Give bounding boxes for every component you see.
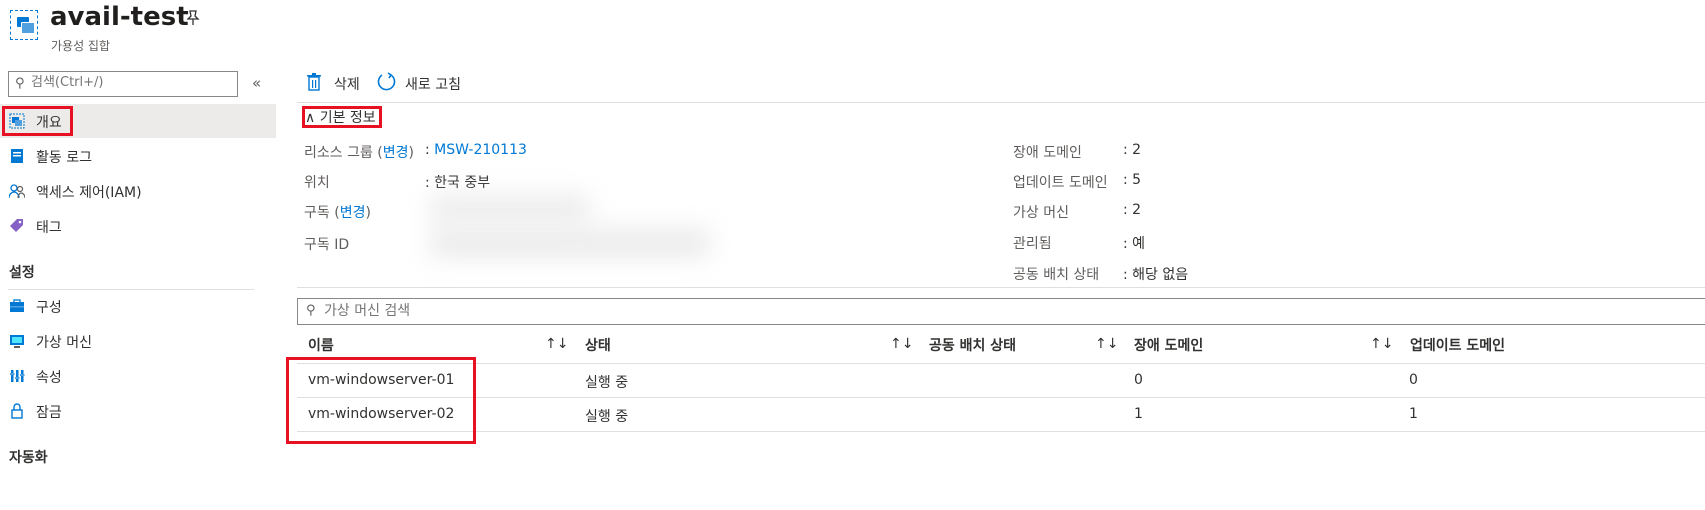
page-title: avail-test: [50, 2, 189, 32]
resource-group-link[interactable]: MSW-210113: [434, 142, 527, 158]
sidebar-item-virtual-machines[interactable]: 가상 머신: [0, 324, 276, 358]
vm-search-box[interactable]: ⚲: [297, 298, 1705, 325]
properties-icon: [9, 368, 25, 384]
pin-icon[interactable]: [186, 10, 200, 30]
activity-log-icon: [9, 148, 25, 164]
location-text: 한국 중부: [434, 175, 491, 191]
sidebar-section-settings: 설정: [9, 265, 35, 281]
resource-group-value: : MSW-210113: [425, 142, 527, 158]
sidebar-item-label: 잠금: [36, 405, 62, 421]
sidebar-item-label: 속성: [36, 370, 62, 386]
subscription-field: 구독 (변경): [304, 205, 371, 221]
vm-update-domain: 1: [1409, 406, 1418, 422]
sidebar-section-automation: 자동화: [9, 450, 48, 466]
virtual-machines-value: : 2: [1123, 202, 1142, 218]
redacted-subscription-id: [430, 228, 710, 258]
table-row[interactable]: vm-windowserver-01 실행 중 0 0: [297, 364, 1705, 397]
sidebar-item-label: 액세스 제어(IAM): [36, 185, 142, 201]
vm-search-input[interactable]: [324, 303, 924, 319]
sort-icon[interactable]: ↑↓: [1370, 336, 1393, 352]
toolbar-divider: [297, 102, 1705, 103]
resource-group-label: 리소스 그룹: [304, 145, 373, 161]
sidebar-item-properties[interactable]: 속성: [0, 359, 276, 393]
tag-icon: [9, 218, 25, 234]
fault-domain-value: : 2: [1123, 142, 1142, 158]
virtual-machines-label: 가상 머신: [1013, 205, 1069, 221]
availability-set-icon: [10, 10, 38, 40]
subscription-id-label: 구독 ID: [304, 237, 350, 253]
trash-icon: [306, 72, 322, 96]
sort-icon[interactable]: ↑↓: [1095, 336, 1118, 352]
location-value: : 한국 중부: [425, 175, 491, 191]
sidebar-item-tags[interactable]: 태그: [0, 209, 276, 243]
column-header-ppg-status[interactable]: 공동 배치 상태: [929, 335, 1016, 355]
essentials-divider: [297, 287, 1705, 288]
lock-icon: [9, 403, 25, 419]
subscription-change-link[interactable]: 변경: [340, 205, 366, 221]
table-row[interactable]: vm-windowserver-02 실행 중 1 1: [297, 398, 1705, 431]
update-domain-value: : 5: [1123, 172, 1142, 188]
subscription-label: 구독: [304, 205, 330, 221]
sort-icon[interactable]: ↑↓: [545, 336, 568, 352]
resource-group-field: 리소스 그룹 (변경): [304, 145, 415, 161]
sidebar-search-box[interactable]: ⚲: [8, 71, 238, 97]
resource-group-change-link[interactable]: 변경: [383, 145, 409, 161]
ppg-status-value: : 해당 없음: [1123, 267, 1189, 283]
vm-update-domain: 0: [1409, 372, 1418, 388]
location-label: 위치: [304, 175, 330, 191]
column-header-name[interactable]: 이름: [308, 335, 334, 355]
collapse-sidebar-button[interactable]: «: [252, 74, 261, 92]
delete-label: 삭제: [334, 77, 360, 93]
sidebar-item-label: 구성: [36, 300, 62, 316]
sidebar-item-iam[interactable]: 액세스 제어(IAM): [0, 174, 276, 208]
search-icon: ⚲: [15, 76, 25, 91]
row-divider: [297, 431, 1705, 432]
sort-icon[interactable]: ↑↓: [890, 336, 913, 352]
refresh-label: 새로 고침: [405, 77, 461, 93]
fault-domain-count: 2: [1132, 142, 1142, 158]
people-icon: [8, 183, 26, 199]
column-header-status[interactable]: 상태: [585, 335, 611, 355]
refresh-icon: [377, 72, 397, 96]
managed-text: 예: [1132, 236, 1146, 252]
toolbox-icon: [9, 298, 25, 314]
sidebar-item-configuration[interactable]: 구성: [0, 289, 276, 323]
sidebar-item-locks[interactable]: 잠금: [0, 394, 276, 428]
highlight-box-overview: [2, 106, 73, 136]
vm-status: 실행 중: [585, 375, 629, 391]
search-icon: ⚲: [306, 303, 316, 318]
redacted-subscription: [430, 195, 590, 221]
column-header-update-domain[interactable]: 업데이트 도메인: [1410, 335, 1505, 355]
highlight-box-vm-names: [286, 357, 476, 444]
sidebar-item-label: 활동 로그: [36, 150, 92, 166]
managed-label: 관리됨: [1013, 236, 1052, 252]
sidebar-item-activity-log[interactable]: 활동 로그: [0, 139, 276, 173]
ppg-status-text: 해당 없음: [1132, 267, 1189, 283]
sidebar-search-input[interactable]: [31, 75, 231, 90]
update-domain-label: 업데이트 도메인: [1013, 175, 1108, 191]
highlight-box-essentials: [302, 106, 382, 128]
sidebar-item-label: 태그: [36, 220, 62, 236]
ppg-status-label: 공동 배치 상태: [1013, 267, 1100, 283]
vm-fault-domain: 1: [1134, 406, 1143, 422]
managed-value: : 예: [1123, 236, 1146, 252]
sidebar-item-label: 가상 머신: [36, 335, 92, 351]
fault-domain-label: 장애 도메인: [1013, 145, 1082, 161]
monitor-icon: [9, 333, 25, 349]
page-subtitle: 가용성 집합: [51, 39, 111, 53]
virtual-machines-count: 2: [1132, 202, 1142, 218]
update-domain-count: 5: [1132, 172, 1142, 188]
vm-fault-domain: 0: [1134, 372, 1143, 388]
column-header-fault-domain[interactable]: 장애 도메인: [1134, 335, 1203, 355]
vm-status: 실행 중: [585, 409, 629, 425]
